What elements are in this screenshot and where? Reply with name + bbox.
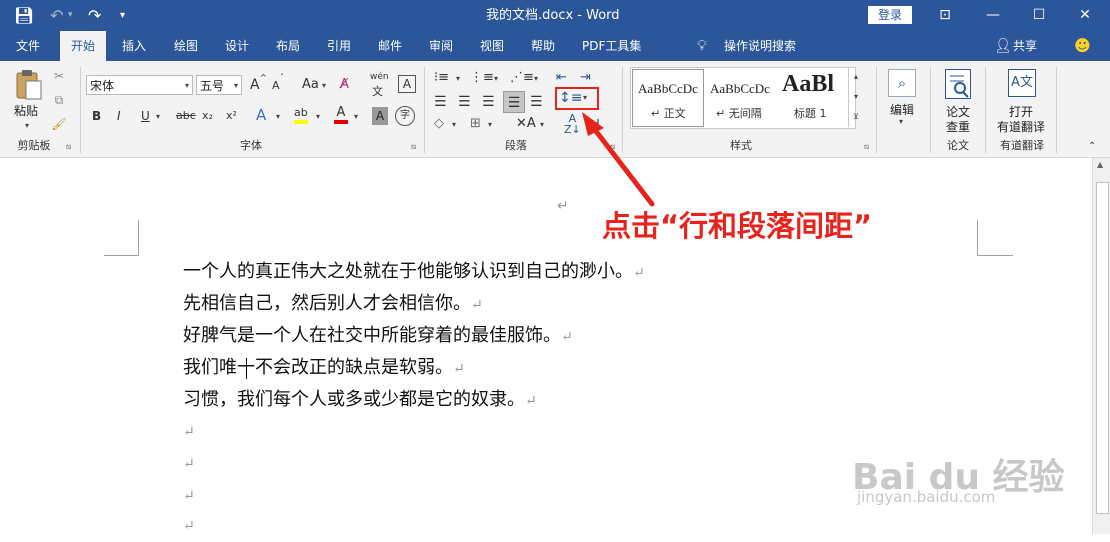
- annotation-label: 点击“行和段落间距”: [602, 209, 873, 243]
- baidu-watermark-url: jingyan.baidu.com: [857, 488, 996, 506]
